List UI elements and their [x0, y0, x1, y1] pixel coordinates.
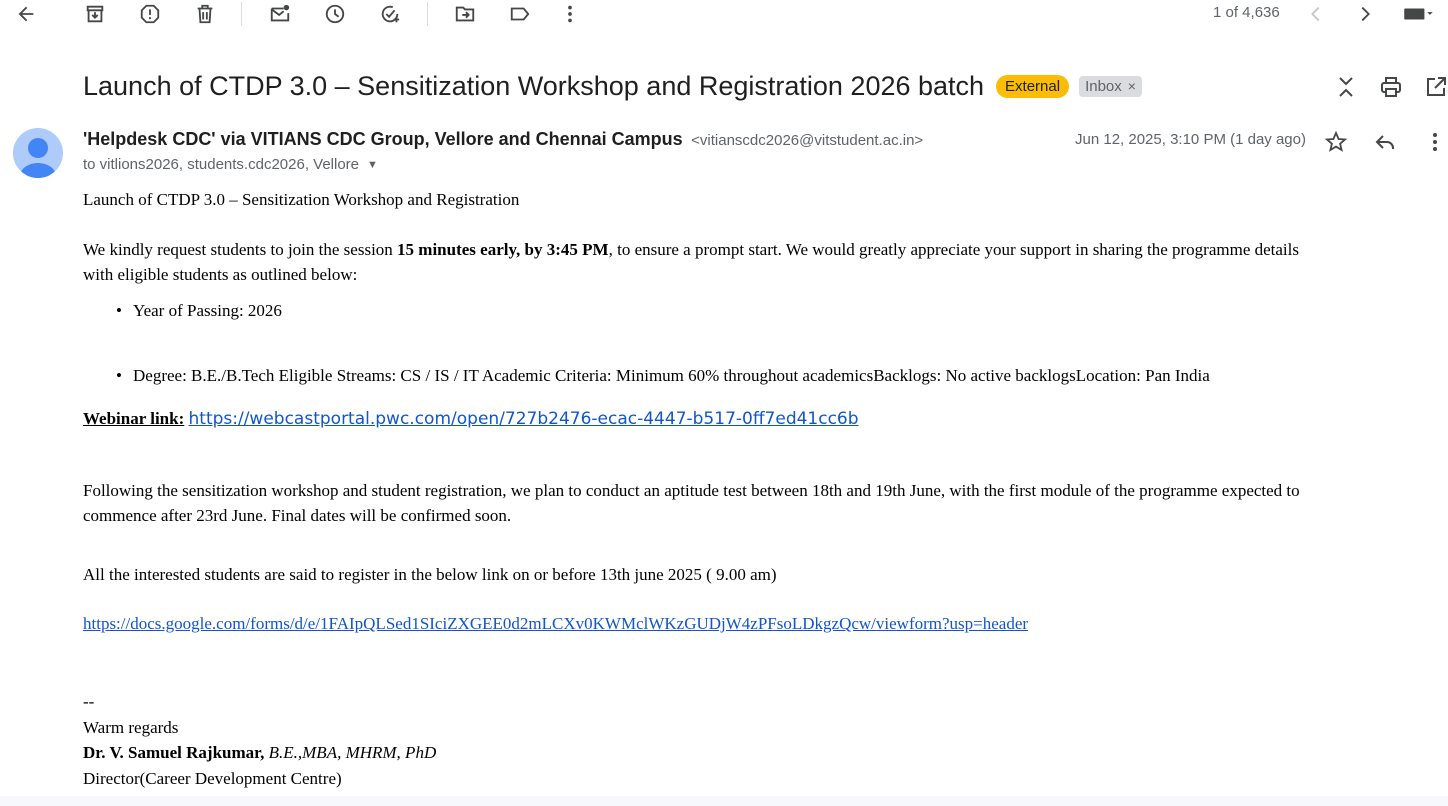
inbox-label: Inbox ×	[1079, 75, 1142, 97]
sender-email: <vitianscdc2026@vitstudent.ac.in>	[691, 132, 924, 149]
inbox-label-text: Inbox	[1085, 77, 1122, 95]
snooze-icon[interactable]	[321, 0, 349, 28]
bottom-band	[0, 796, 1448, 806]
list-item-text: Year of Passing: 2026	[133, 301, 282, 320]
report-spam-icon[interactable]	[136, 0, 164, 28]
reply-icon[interactable]	[1370, 127, 1400, 157]
toolbar-divider	[241, 2, 242, 26]
body-heading: Launch of CTDP 3.0 – Sensitization Works…	[83, 190, 520, 209]
webinar-link[interactable]: https://webcastportal.pwc.com/open/727b2…	[189, 409, 859, 429]
message-toolbar: 1 of 4,636	[0, 0, 1448, 28]
para1-text-start: We kindly request students to join the s…	[83, 240, 398, 259]
person-icon	[20, 138, 56, 178]
expand-all-icon[interactable]	[1331, 72, 1361, 102]
external-label: External	[996, 74, 1070, 98]
open-new-window-icon[interactable]	[1421, 72, 1448, 102]
more-vert-icon[interactable]	[556, 0, 584, 28]
registration-form-link[interactable]: https://docs.google.com/forms/d/e/1FAIpQ…	[83, 614, 1028, 633]
recipients-line[interactable]: to vitlions2026, students.cdc2026, Vello…	[83, 156, 378, 173]
star-icon[interactable]	[1321, 127, 1351, 157]
more-vert-icon[interactable]	[1420, 127, 1448, 157]
subject-row: Launch of CTDP 3.0 – Sensitization Works…	[83, 66, 1142, 106]
recipients-text: to vitlions2026, students.cdc2026, Vello…	[83, 156, 360, 173]
body-paragraph-1-line-2: with eligible students as outlined below…	[83, 265, 358, 284]
para1-bold-time: 15 minutes early, by 3:45 PM	[397, 240, 609, 259]
list-item-text: Degree: B.E./B.Tech Eligible Streams: CS…	[133, 366, 1210, 385]
signature-name-line: Dr. V. Samuel Rajkumar, B.E.,MBA, MHRM, …	[83, 743, 437, 762]
sender-line: 'Helpdesk CDC' via VITIANS CDC Group, Ve…	[83, 129, 923, 150]
body-paragraph-1: We kindly request students to join the s…	[83, 240, 1299, 260]
move-to-icon[interactable]	[451, 0, 479, 28]
webinar-label: Webinar link:	[83, 409, 185, 428]
chevron-down-icon[interactable]: ▼	[367, 159, 378, 171]
pager-count: 1 of 4,636	[1213, 4, 1280, 21]
signature-degrees: B.E.,MBA, MHRM, PhD	[264, 743, 437, 762]
para1-text-end: , to ensure a prompt start. We would gre…	[608, 240, 1299, 259]
signature-separator: --	[83, 692, 95, 711]
delete-icon[interactable]	[191, 0, 219, 28]
signature-title: Director(Career Development Centre)	[83, 769, 342, 788]
body-paragraph-3: All the interested students are said to …	[83, 565, 777, 584]
archive-icon[interactable]	[81, 0, 109, 28]
email-subject: Launch of CTDP 3.0 – Sensitization Works…	[83, 70, 985, 101]
label-icon[interactable]	[506, 0, 534, 28]
signature-regards: Warm regards	[83, 718, 179, 737]
sender-avatar[interactable]	[13, 128, 63, 178]
message-date: Jun 12, 2025, 3:10 PM (1 day ago)	[1075, 131, 1306, 148]
remove-label-icon[interactable]: ×	[1128, 78, 1136, 94]
mark-unread-icon[interactable]	[266, 0, 294, 28]
print-icon[interactable]	[1376, 72, 1406, 102]
toolbar-divider	[427, 2, 428, 26]
keyboard-input-icon[interactable]	[1398, 0, 1438, 28]
signature-name: Dr. V. Samuel Rajkumar	[83, 743, 261, 762]
older-chevron-icon[interactable]	[1351, 0, 1379, 28]
body-paragraph-2: Following the sensitization workshop and…	[83, 481, 1300, 500]
add-to-tasks-icon[interactable]	[376, 0, 404, 28]
back-arrow-icon[interactable]	[12, 0, 40, 28]
body-paragraph-2-line-2: commence after 23rd June. Final dates wi…	[83, 506, 512, 525]
sender-name[interactable]: 'Helpdesk CDC' via VITIANS CDC Group, Ve…	[83, 129, 683, 149]
form-link-line: https://docs.google.com/forms/d/e/1FAIpQ…	[83, 614, 1028, 634]
newer-chevron-icon[interactable]	[1302, 0, 1330, 28]
webinar-line: Webinar link: https://webcastportal.pwc.…	[83, 409, 859, 429]
